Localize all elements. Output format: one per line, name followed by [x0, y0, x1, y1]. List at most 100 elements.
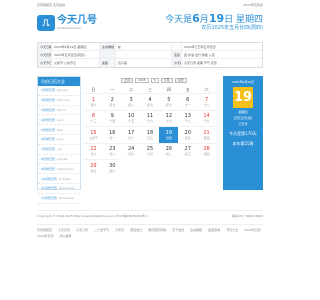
calendar-day[interactable]: 20 廿五: [178, 126, 198, 143]
footer-link[interactable]: 周公解梦: [60, 234, 72, 238]
sidebar-item-month[interactable]: 8月份日历 August: [38, 155, 80, 165]
sidebar-item-en: December: [58, 196, 75, 201]
day-lunar: 十一: [184, 102, 191, 107]
sidebar-item-label: 10月份日历: [41, 176, 57, 181]
calendar-day[interactable]: 21 夏至: [197, 126, 216, 143]
calendar-day[interactable]: 10 十五: [121, 109, 141, 127]
info-label: 生肖属相: [100, 43, 116, 50]
sidebar-item-en: April: [56, 117, 64, 122]
calendar-day[interactable]: 5 初十: [159, 93, 179, 110]
day-lunar: 廿七: [90, 152, 97, 157]
site-logo[interactable]: 几 今天几号 jintianjihao.com: [37, 15, 97, 31]
footer-link[interactable]: 天干地支: [172, 228, 184, 232]
calendar-day[interactable]: 19 廿四: [159, 126, 179, 143]
calendar-day[interactable]: 22 廿七: [84, 142, 103, 160]
calendar-day[interactable]: 26 初二: [159, 142, 179, 160]
sidebar-item-label: 9月份日历: [41, 166, 55, 171]
day-lunar: 廿五: [184, 135, 191, 140]
calendar-day[interactable]: 24 廿九: [121, 142, 141, 160]
info-label: 星座: [100, 59, 116, 67]
sidebar-item-en: January: [56, 88, 69, 93]
calendar-day[interactable]: 25 六月: [140, 142, 160, 160]
top-bar: 农历网首页 天天在线 2023年农历表: [37, 0, 263, 10]
calendar-day[interactable]: 6 十一: [178, 93, 198, 110]
sidebar-title: 月份日历大全: [38, 77, 80, 86]
footer-link[interactable]: 万年历: [115, 228, 124, 232]
sidebar-item-en: July: [56, 147, 63, 152]
day-lunar: 廿四: [165, 135, 172, 140]
sidebar-item-label: 6月份日历: [41, 137, 55, 142]
calendar-day[interactable]: 28 初四: [197, 142, 216, 160]
day-lunar: 初六: [90, 102, 97, 107]
sidebar-item-month[interactable]: 11月份日历 November: [38, 184, 80, 194]
month-select[interactable]: 6: [150, 77, 159, 83]
calendar-day[interactable]: 4 初九: [140, 93, 160, 110]
footer-link[interactable]: 二十四节气: [94, 228, 109, 232]
sidebar-item-label: 1月份日历: [41, 88, 55, 93]
footer-link[interactable]: 阴历阳历转换: [148, 228, 166, 232]
calendar-day[interactable]: 14 十九: [197, 109, 216, 127]
calendar-day[interactable]: 9 十四: [102, 109, 122, 127]
calendar-day[interactable]: 16 廿一: [102, 126, 122, 143]
info-value: 双子座: [116, 59, 172, 67]
calendar-day[interactable]: 1 初六: [84, 93, 103, 110]
footer-link[interactable]: 农历网首页: [37, 228, 52, 232]
calendar-day[interactable]: 18 廿三: [140, 126, 160, 143]
footer-link[interactable]: 今天农历: [58, 228, 70, 232]
day-lunar: 廿九: [128, 152, 135, 157]
info-row: 今天日期 2025年6月19日 星期四 生肖属相 蛇 2025年乙巳年五月廿四: [38, 43, 262, 51]
info-value: 2025年6月19日 星期四: [52, 43, 100, 50]
prev-month-button[interactable]: 上月: [121, 77, 134, 83]
calendar-day[interactable]: 13 十八: [178, 109, 198, 127]
day-lunar: 初六: [109, 168, 116, 173]
sidebar-item-month[interactable]: 7月份日历 July: [38, 145, 80, 155]
calendar-day[interactable]: 11 十六: [140, 109, 160, 127]
calendar-day[interactable]: 29 初五: [84, 159, 103, 176]
sidebar-item-month[interactable]: 4月份日历 April: [38, 115, 80, 126]
calendar-day[interactable]: 27 初三: [178, 142, 198, 160]
sidebar-item-month[interactable]: 5月份日历 May: [38, 125, 80, 135]
sidebar-item-month[interactable]: 9月份日历 September: [38, 164, 80, 175]
next-month-button[interactable]: 下月: [160, 77, 173, 83]
sidebar-item-month[interactable]: 10月份日历 October: [38, 174, 80, 184]
sidebar-item-month[interactable]: 2月份日历 February: [38, 96, 80, 106]
today-button[interactable]: 今天: [174, 77, 187, 83]
calendar-day[interactable]: 8 十三: [84, 109, 103, 127]
calendar-day[interactable]: 17 廿二: [121, 126, 141, 143]
footer-link[interactable]: 节日大全: [226, 228, 238, 232]
year-select[interactable]: 2025: [135, 77, 149, 83]
calendar-day[interactable]: 15 父亲节: [84, 126, 103, 143]
top-right-link[interactable]: 2023年农历表: [243, 3, 263, 7]
sidebar-item-month[interactable]: 6月份日历 June: [38, 135, 80, 145]
info-value: 2025年五月廿四(周四): [52, 51, 100, 58]
weekday-header: 三: [147, 86, 152, 92]
top-left-link[interactable]: 农历网首页 天天在线: [37, 3, 65, 7]
calendar-day[interactable]: 7 十二: [197, 93, 216, 110]
footer-link[interactable]: 生肖属相: [190, 228, 202, 232]
footer-link[interactable]: 黄道吉日: [130, 228, 142, 232]
sidebar-item-month[interactable]: 3月份日历 March: [38, 106, 80, 116]
sidebar-item-month[interactable]: 1月份日历 January: [38, 86, 80, 96]
footer-link[interactable]: 今天几号: [76, 228, 88, 232]
calendar-day[interactable]: 2 初七: [102, 93, 122, 110]
day-lunar: 廿一: [109, 135, 116, 140]
info-label: 今天日期: [38, 43, 52, 50]
footer-link[interactable]: 2025年日历: [244, 228, 261, 232]
calendar-day[interactable]: 12 十七: [159, 109, 179, 127]
info-label: 今天农历: [38, 51, 52, 58]
calendar-day[interactable]: 23 廿八: [102, 142, 122, 160]
logo-url: jintianjihao.com: [57, 26, 81, 30]
sidebar-item-en: October: [58, 176, 71, 181]
day-lunar: 父亲节: [88, 135, 98, 140]
day-lunar: 初四: [203, 152, 210, 157]
today-day: 19: [208, 12, 225, 25]
panel-day: 19: [233, 87, 253, 108]
today-lunar: 农历2025年五月廿四(周四): [201, 25, 263, 31]
calendar-day[interactable]: 30 初六: [102, 159, 122, 176]
calendar-day[interactable]: 3 初八: [121, 93, 141, 110]
footer-link[interactable]: 2026年日历: [37, 234, 54, 238]
calendar: 上月 2025 6 下月 今天 日一二三四五六 1 初六 2 初七 3 初八 4 初九 5 初十 6 十…: [84, 76, 216, 176]
panel-year: 乙巳年: [238, 122, 248, 126]
sidebar-item-month[interactable]: 12月份日历 December: [38, 194, 80, 204]
footer-link[interactable]: 星座查询: [208, 228, 220, 232]
